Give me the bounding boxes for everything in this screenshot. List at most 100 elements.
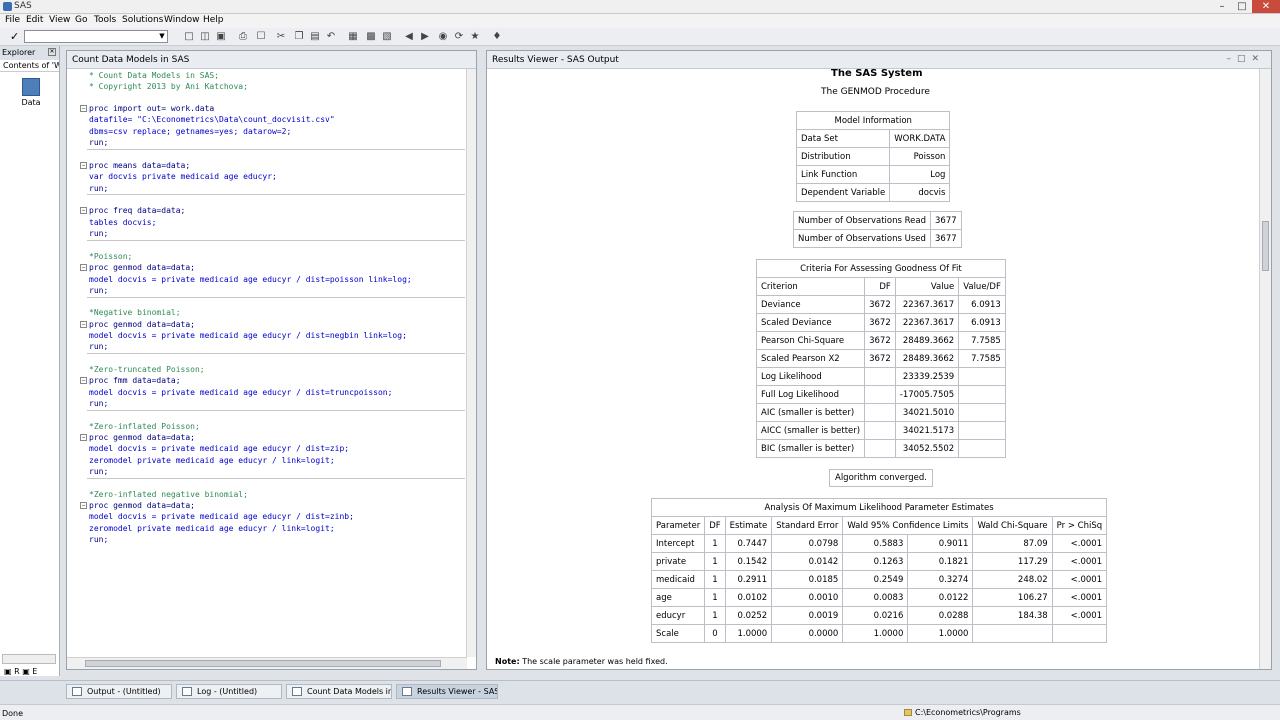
code-line[interactable]: proc means data=data;	[89, 160, 190, 171]
undo-icon[interactable]: ↶	[324, 30, 338, 43]
code-line[interactable]: proc import out= work.data	[89, 103, 214, 114]
collapse-icon[interactable]: −	[80, 207, 87, 214]
code-line[interactable]: run;	[89, 341, 108, 352]
explorer-view-icons[interactable]: ▣ R ▣ E	[4, 667, 37, 676]
paste-icon[interactable]: ▤	[308, 30, 322, 43]
menu-window[interactable]: Window	[164, 15, 200, 25]
code-line[interactable]: run;	[89, 466, 108, 477]
row-label: Scale	[650, 624, 706, 643]
data-library-icon[interactable]	[22, 78, 40, 96]
stop-icon[interactable]: ◉	[436, 30, 450, 43]
code-line[interactable]: * Copyright 2013 by Ani Katchova;	[89, 81, 248, 92]
query-icon[interactable]: ▧	[380, 30, 394, 43]
menu-help[interactable]: Help	[203, 15, 224, 25]
code-line[interactable]: run;	[89, 285, 108, 296]
submit-icon[interactable]: ★	[468, 30, 482, 43]
collapse-icon[interactable]: −	[80, 434, 87, 441]
code-line[interactable]: model docvis = private medicaid age educ…	[89, 274, 412, 285]
table-row: Deviance 3672 22367.3617 6.0913	[755, 295, 1006, 314]
code-line[interactable]: *Zero-truncated Poisson;	[89, 364, 205, 375]
data-library-label[interactable]: Data	[0, 98, 62, 107]
code-line[interactable]: * Count Data Models in SAS;	[89, 70, 219, 81]
code-line[interactable]: zeromodel private medicaid age educyr / …	[89, 523, 335, 534]
scroll-thumb[interactable]	[85, 660, 441, 667]
refresh-icon[interactable]: ⟳	[452, 30, 466, 43]
collapse-icon[interactable]: −	[80, 502, 87, 509]
code-line[interactable]: run;	[89, 534, 108, 545]
help-book-icon[interactable]: ♦	[490, 30, 504, 43]
forward-arrow-icon[interactable]: ▶	[418, 30, 432, 43]
code-line[interactable]: *Zero-inflated Poisson;	[89, 421, 200, 432]
collapse-icon[interactable]: −	[80, 105, 87, 112]
sas-explorer-icon[interactable]: ▩	[364, 30, 378, 43]
menu-solutions[interactable]: Solutions	[122, 15, 163, 25]
editor-vertical-scrollbar[interactable]	[466, 69, 476, 657]
code-line[interactable]: model docvis = private medicaid age educ…	[89, 387, 392, 398]
cell	[958, 367, 1006, 386]
collapse-icon[interactable]: −	[80, 162, 87, 169]
explorer-contents-tab[interactable]: Contents of 'Wo	[0, 60, 59, 72]
menu-tools[interactable]: Tools	[94, 15, 116, 25]
row-value: Poisson	[889, 147, 951, 166]
menu-file[interactable]: File	[5, 15, 20, 25]
code-line[interactable]: proc genmod data=data;	[89, 432, 195, 443]
code-line[interactable]: zeromodel private medicaid age educyr / …	[89, 455, 335, 466]
code-line[interactable]: model docvis = private medicaid age educ…	[89, 443, 349, 454]
collapse-icon[interactable]: −	[80, 321, 87, 328]
code-area[interactable]: * Count Data Models in SAS; * Copyright 2…	[67, 69, 467, 657]
scroll-thumb[interactable]	[1262, 221, 1269, 271]
collapse-icon[interactable]: −	[80, 264, 87, 271]
code-line[interactable]: proc fmm data=data;	[89, 375, 181, 386]
close-icon[interactable]: ✕	[48, 48, 56, 56]
results-vertical-scrollbar[interactable]	[1259, 69, 1271, 669]
copy-icon[interactable]: ❐	[292, 30, 306, 43]
code-line[interactable]: var docvis private medicaid age educyr;	[89, 171, 277, 182]
title-bar: SAS – □ ✕	[0, 0, 1280, 14]
task-log[interactable]: Log - (Untitled)	[176, 684, 282, 699]
task-editor[interactable]: Count Data Models in S...	[286, 684, 392, 699]
new-library-icon[interactable]: ▦	[346, 30, 360, 43]
code-line[interactable]: model docvis = private medicaid age educ…	[89, 511, 354, 522]
save-icon[interactable]: ▣	[214, 30, 228, 43]
open-icon[interactable]: ◫	[198, 30, 212, 43]
code-line[interactable]: model docvis = private medicaid age educ…	[89, 330, 407, 341]
menu-view[interactable]: View	[49, 15, 70, 25]
close-icon[interactable]: ✕	[1252, 0, 1280, 13]
print-preview-icon[interactable]: ☐	[254, 30, 268, 43]
code-line[interactable]: *Negative binomial;	[89, 307, 181, 318]
code-line[interactable]: dbms=csv replace; getnames=yes; datarow=…	[89, 126, 291, 137]
code-line[interactable]: run;	[89, 398, 108, 409]
collapse-icon[interactable]: −	[80, 377, 87, 384]
maximize-icon[interactable]: □	[1232, 0, 1252, 13]
new-icon[interactable]: □	[182, 30, 196, 43]
menu-go[interactable]: Go	[75, 15, 87, 25]
code-line[interactable]: run;	[89, 228, 108, 239]
table-row: Intercept 1 0.7447 0.0798 0.5883 0.9011 87.09 <…	[650, 534, 1108, 553]
task-results-viewer[interactable]: Results Viewer - SAS ...	[396, 684, 498, 699]
note-label: Note:	[495, 657, 520, 666]
code-line[interactable]: datafile= "C:\Econometrics\Data\count_do…	[89, 114, 335, 125]
code-line[interactable]: *Zero-inflated negative binomial;	[89, 489, 248, 500]
back-arrow-icon[interactable]: ◀	[402, 30, 416, 43]
code-line[interactable]: proc genmod data=data;	[89, 262, 195, 273]
checkmark-icon[interactable]: ✓	[10, 30, 19, 43]
task-output[interactable]: Output - (Untitled)	[66, 684, 172, 699]
explorer-horizontal-scrollbar[interactable]	[2, 654, 56, 664]
code-line[interactable]: run;	[89, 183, 108, 194]
menu-edit[interactable]: Edit	[26, 15, 43, 25]
editor-horizontal-scrollbar[interactable]	[67, 657, 467, 669]
code-line[interactable]: run;	[89, 137, 108, 148]
code-line[interactable]: tables docvis;	[89, 217, 156, 228]
code-line[interactable]: proc freq data=data;	[89, 205, 185, 216]
minimize-icon[interactable]: –	[1212, 0, 1232, 13]
code-line[interactable]: proc genmod data=data;	[89, 319, 195, 330]
current-folder[interactable]: C:\Econometrics\Programs	[904, 708, 1021, 717]
code-line[interactable]: proc genmod data=data;	[89, 500, 195, 511]
cell	[1051, 624, 1108, 643]
print-icon[interactable]: ⎙	[236, 30, 250, 43]
cut-icon[interactable]: ✂	[274, 30, 288, 43]
window-buttons[interactable]: –□✕	[1226, 54, 1265, 64]
chevron-down-icon[interactable]: ▼	[157, 31, 167, 42]
code-line[interactable]: *Poisson;	[89, 251, 132, 262]
command-box[interactable]: ▼	[24, 30, 168, 43]
